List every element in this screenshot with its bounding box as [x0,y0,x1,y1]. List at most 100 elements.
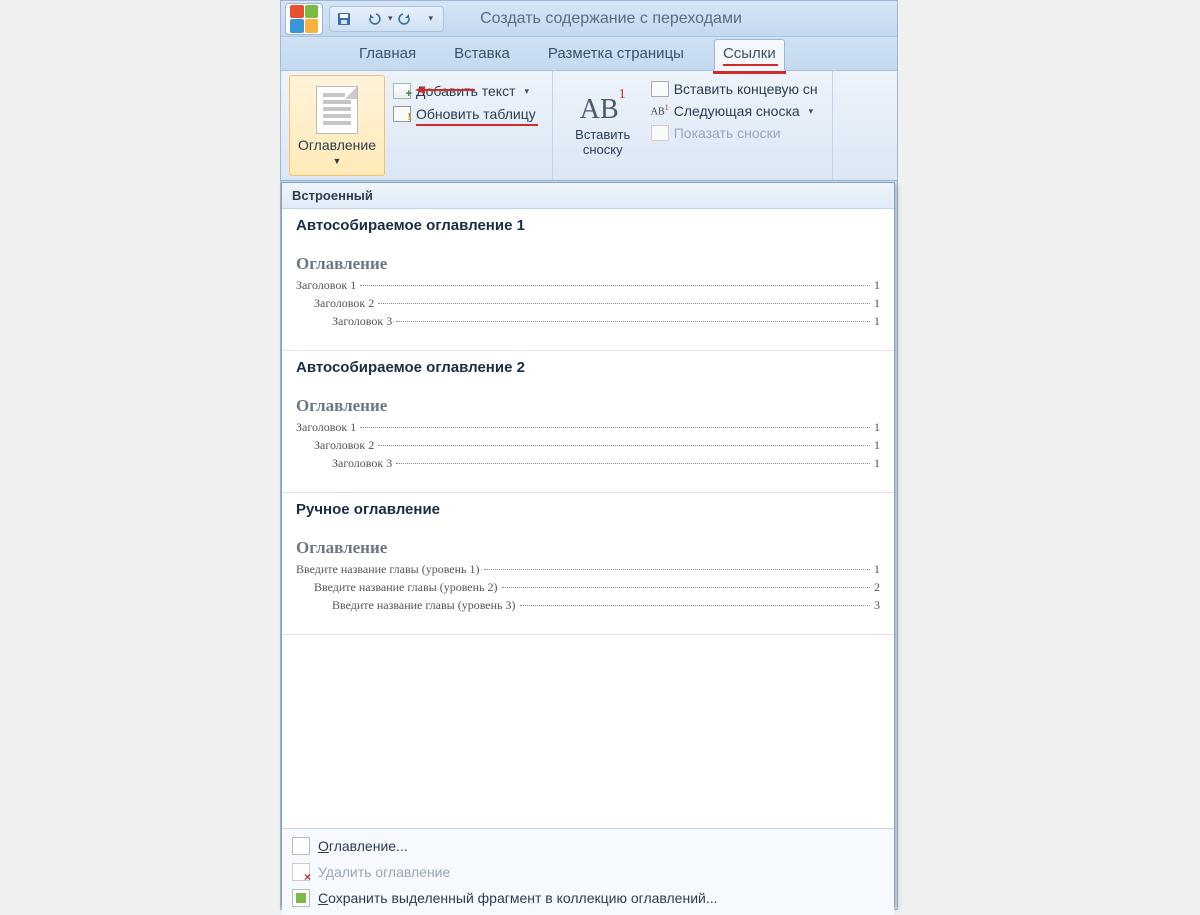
toc-document-icon [316,86,358,134]
insert-footnote-label: Вставить сноску [561,128,645,157]
tab-home[interactable]: Главная [351,40,424,70]
toc-leader-dots [502,587,870,588]
update-table-icon [393,106,411,122]
custom-toc-label: Оглавление... [318,838,408,854]
toc-leader-dots [378,445,870,446]
toc-preview-line: Заголовок 2 1 [296,438,880,453]
toc-button-label: Оглавление [298,137,376,153]
toc-line-page: 1 [874,296,880,311]
tab-references[interactable]: Ссылки [714,39,785,71]
undo-dropdown-icon[interactable]: ▾ [388,13,393,24]
next-footnote-label: Следующая сноска [674,103,800,119]
gallery-item-title: Ручное оглавление [296,501,880,518]
toc-line-text: Введите название главы (уровень 1) [296,562,480,577]
custom-toc-item[interactable]: Оглавление... [282,833,894,859]
toc-preview-line: Введите название главы (уровень 1) 1 [296,562,880,577]
gallery-item[interactable]: Ручное оглавление Оглавление Введите назва… [282,493,894,635]
toc-preview-line: Введите название главы (уровень 3) 3 [296,598,880,613]
toc-line-text: Заголовок 2 [314,296,374,311]
toc-leader-dots [520,605,870,606]
toc-preview-line: Заголовок 2 1 [296,296,880,311]
title-bar: ▾ ▾ Создать содержание с переходами [281,1,897,37]
toc-preview: ОглавлениеЗаголовок 11Заголовок 21Заголо… [296,254,880,329]
toc-preview: Оглавление Введите название главы (уровен… [296,538,880,613]
toc-preview-heading: Оглавление [296,538,880,558]
toc-line-text: Заголовок 3 [332,456,392,471]
toc-preview: ОглавлениеЗаголовок 11Заголовок 21Заголо… [296,396,880,471]
toc-preview-line: Заголовок 1 1 [296,278,880,293]
toc-leader-dots [360,285,870,286]
toc-line-text: Заголовок 2 [314,438,374,453]
show-notes-button: Показать сноски [647,123,822,143]
save-icon[interactable] [336,11,352,27]
toc-line-page: 1 [874,562,880,577]
tab-page-layout[interactable]: Разметка страницы [540,40,692,70]
endnote-icon [651,81,669,97]
toc-preview-line: Введите название главы (уровень 2) 2 [296,580,880,595]
toc-line-page: 2 [874,580,880,595]
toc-line-text: Введите название главы (уровень 3) [332,598,516,613]
toc-leader-dots [484,569,870,570]
gallery-body: Автособираемое оглавление 1ОглавлениеЗаг… [282,209,894,829]
window-title: Создать содержание с переходами [480,10,742,28]
toc-line-text: Введите название главы (уровень 2) [314,580,498,595]
toc-preview-line: Заголовок 3 1 [296,314,880,329]
chevron-down-icon: ▾ [525,86,530,97]
remove-toc-item: Удалить оглавление [282,859,894,885]
toc-preview-line: Заголовок 3 1 [296,456,880,471]
ribbon-group-footnotes: AB1 Вставить сноску Вставить концевую сн… [553,71,833,180]
insert-endnote-button[interactable]: Вставить концевую сн [647,79,822,99]
gallery-footer: Оглавление... Удалить оглавление Сохрани… [282,829,894,915]
insert-footnote-button[interactable]: AB1 Вставить сноску [561,75,645,176]
toc-leader-dots [396,321,870,322]
gallery-item-title: Автособираемое оглавление 2 [296,359,880,376]
office-button[interactable] [285,3,323,35]
show-notes-label: Показать сноски [674,125,781,141]
next-footnote-button[interactable]: AB1 Следующая сноска ▾ [647,101,822,121]
toc-line-text: Заголовок 3 [332,314,392,329]
footnote-ab-icon: AB1 [580,94,626,126]
callout-arrow-icon [385,83,505,93]
next-footnote-icon: AB1 [651,103,669,119]
toc-line-page: 1 [874,456,880,471]
toc-button[interactable]: Оглавление ▼ [289,75,385,176]
toc-line-text: Заголовок 1 [296,420,356,435]
gallery-section-header: Встроенный [282,183,894,209]
toc-leader-dots [360,427,870,428]
save-selection-label: Сохранить выделенный фрагмент в коллекци… [318,890,718,906]
ribbon: Оглавление ▼ Добавить текст ▾ Обновить т… [281,71,897,181]
quick-access-toolbar: ▾ ▾ [329,6,444,32]
save-selection-item[interactable]: Сохранить выделенный фрагмент в коллекци… [282,885,894,911]
ribbon-tabs: Главная Вставка Разметка страницы Ссылки [281,37,897,71]
update-table-button[interactable]: Обновить таблицу [389,104,540,124]
show-notes-icon [651,125,669,141]
toc-leader-dots [396,463,870,464]
toc-line-page: 1 [874,438,880,453]
app-window: ▾ ▾ Создать содержание с переходами Глав… [280,0,898,910]
toc-line-page: 3 [874,598,880,613]
toc-line-page: 1 [874,314,880,329]
toc-preview-heading: Оглавление [296,396,880,416]
toc-line-text: Заголовок 1 [296,278,356,293]
qat-customize-icon[interactable]: ▾ [429,13,434,24]
toc-line-page: 1 [874,278,880,293]
toc-dialog-icon [292,837,310,855]
gallery-item[interactable]: Автособираемое оглавление 1ОглавлениеЗаг… [282,209,894,351]
chevron-down-icon: ▼ [333,156,342,166]
tab-insert[interactable]: Вставка [446,40,518,70]
remove-toc-label: Удалить оглавление [318,864,450,880]
remove-toc-icon [292,863,310,881]
insert-endnote-label: Вставить концевую сн [674,81,818,97]
toc-preview-heading: Оглавление [296,254,880,274]
undo-icon[interactable] [366,11,382,27]
toc-preview-line: Заголовок 1 1 [296,420,880,435]
gallery-item[interactable]: Автособираемое оглавление 2 Оглавление Заг… [282,351,894,493]
toc-gallery-dropdown: Встроенный Автособираемое оглавление 1Ог… [281,182,895,907]
save-gallery-icon [292,889,310,907]
update-table-label: Обновить таблицу [416,106,536,122]
toc-line-page: 1 [874,420,880,435]
toc-leader-dots [378,303,870,304]
redo-icon[interactable] [397,11,413,27]
office-logo-icon [290,5,318,33]
chevron-down-icon: ▾ [809,106,814,117]
